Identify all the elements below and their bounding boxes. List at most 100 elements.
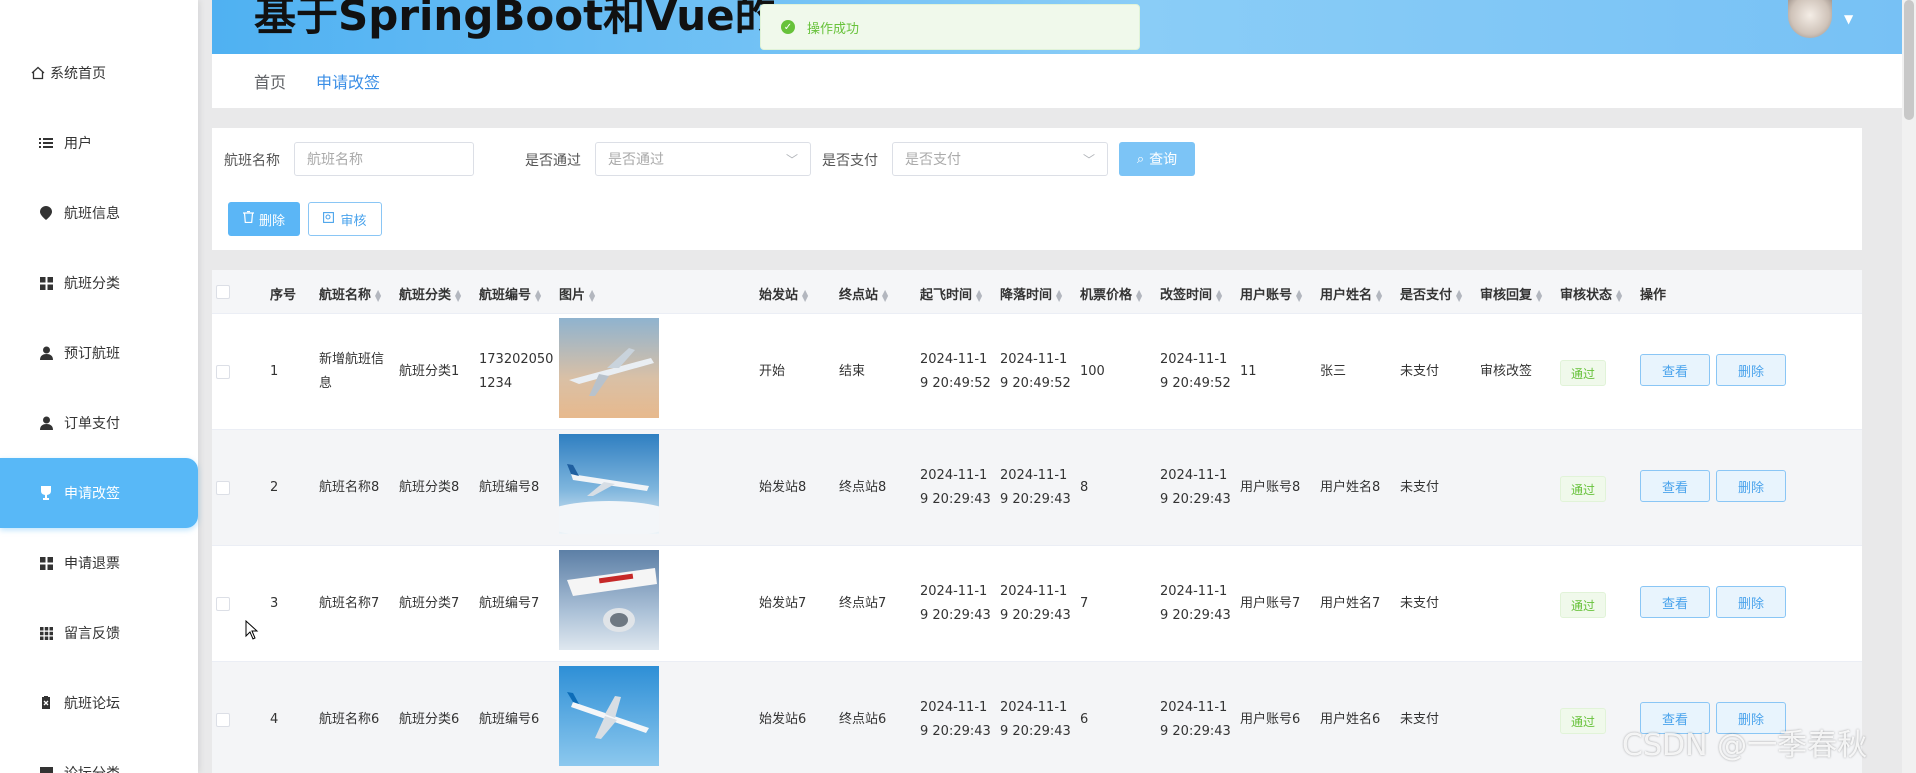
delete-button[interactable]: 删除: [1716, 470, 1786, 502]
cell-reply: 审核改签: [1480, 364, 1533, 379]
col-depart[interactable]: 起飞时间 ▲ ▼: [920, 284, 982, 303]
table-row: 2 航班名称8 航班分类8 航班编号8 始发站8 终点站8 2024-11-19…: [212, 430, 1862, 546]
col-no[interactable]: 序号: [270, 284, 296, 303]
cell-flight-name: 航班名称8: [319, 480, 380, 495]
flight-image: [559, 550, 659, 650]
cell-to: 结束: [839, 364, 866, 379]
sidebar-item-forum-category[interactable]: 论坛分类: [0, 738, 198, 773]
col-status[interactable]: 审核状态 ▲ ▼: [1560, 284, 1622, 303]
status-badge: 通过: [1560, 476, 1606, 502]
row-checkbox[interactable]: [216, 481, 230, 495]
cell-to: 终点站8: [839, 480, 887, 495]
sidebar-item-apply-change[interactable]: 申请改签: [0, 458, 198, 528]
col-to[interactable]: 终点站 ▲ ▼: [839, 284, 888, 303]
cell-account: 用户账号7: [1240, 596, 1301, 611]
audit-icon: [323, 211, 335, 227]
batch-delete-button[interactable]: 删除: [228, 202, 300, 236]
col-flight-name[interactable]: 航班名称 ▲ ▼: [319, 284, 381, 303]
col-account[interactable]: 用户账号 ▲ ▼: [1240, 284, 1302, 303]
chevron-down-icon: ﹀: [785, 153, 798, 167]
cell-to: 终点站6: [839, 712, 887, 727]
query-button[interactable]: ⌕ 查询: [1119, 142, 1195, 176]
caret-down-icon[interactable]: ▼: [1844, 12, 1853, 26]
cell-depart: 2024-11-19 20:29:43: [920, 584, 991, 623]
cell-price: 6: [1080, 712, 1089, 727]
sidebar-item-book-flight[interactable]: 预订航班: [0, 318, 198, 388]
sidebar-item-label: 申请改签: [64, 486, 120, 502]
col-code[interactable]: 航班编号 ▲ ▼: [479, 284, 541, 303]
sidebar-item-users[interactable]: 用户: [0, 108, 198, 178]
col-reply[interactable]: 审核回复 ▲ ▼: [1480, 284, 1542, 303]
batch-delete-label: 删除: [258, 213, 285, 229]
approved-select[interactable]: 是否通过 ﹀: [595, 142, 811, 176]
list-icon: [38, 135, 54, 151]
breadcrumb-home[interactable]: 首页: [254, 69, 286, 93]
col-paid[interactable]: 是否支付 ▲ ▼: [1400, 284, 1462, 303]
row-checkbox[interactable]: [216, 713, 230, 727]
sidebar-item-apply-refund[interactable]: 申请退票: [0, 528, 198, 598]
sort-icon: ▲ ▼: [455, 287, 462, 303]
delete-button[interactable]: 删除: [1716, 586, 1786, 618]
col-from[interactable]: 始发站 ▲ ▼: [759, 284, 808, 303]
cell-category: 航班分类1: [399, 364, 460, 379]
person-icon: [38, 345, 54, 361]
select-all-checkbox[interactable]: [216, 285, 230, 299]
cell-user-name: 用户姓名6: [1320, 712, 1381, 727]
cell-user-name: 张三: [1320, 364, 1347, 379]
cell-change-time: 2024-11-19 20:29:43: [1160, 700, 1231, 739]
check-circle-icon: ✓: [781, 20, 795, 34]
sort-icon: ▲ ▼: [535, 287, 542, 303]
cell-user-name: 用户姓名8: [1320, 480, 1381, 495]
apps-icon: [38, 625, 54, 641]
col-user-name[interactable]: 用户姓名 ▲ ▼: [1320, 284, 1382, 303]
cell-change-time: 2024-11-19 20:29:43: [1160, 584, 1231, 623]
avatar[interactable]: [1788, 0, 1832, 38]
col-price[interactable]: 机票价格 ▲ ▼: [1080, 284, 1142, 303]
delete-button[interactable]: 删除: [1716, 354, 1786, 386]
sidebar-item-flight-category[interactable]: 航班分类: [0, 248, 198, 318]
location-pin-icon: [38, 205, 54, 221]
view-button[interactable]: 查看: [1640, 470, 1710, 502]
sidebar-item-home[interactable]: 系统首页: [0, 38, 198, 108]
cell-land: 2024-11-19 20:29:43: [1000, 700, 1071, 739]
approved-placeholder: 是否通过: [608, 152, 664, 168]
grid-icon: [38, 765, 54, 773]
breadcrumb-current: 申请改签: [316, 73, 381, 92]
table-row: 3 航班名称7 航班分类7 航班编号7 始发站7 终点站7 2024-11-19…: [212, 546, 1862, 662]
sidebar-item-flight-info[interactable]: 航班信息: [0, 178, 198, 248]
col-category[interactable]: 航班分类 ▲ ▼: [399, 284, 461, 303]
cell-no: 4: [270, 712, 279, 727]
audit-button[interactable]: 审核: [308, 202, 382, 236]
cell-land: 2024-11-19 20:29:43: [1000, 468, 1071, 507]
paid-select[interactable]: 是否支付 ﹀: [892, 142, 1108, 176]
cell-depart: 2024-11-19 20:49:52: [920, 352, 991, 391]
sort-icon: ▲ ▼: [1536, 287, 1543, 303]
row-checkbox[interactable]: [216, 365, 230, 379]
view-button[interactable]: 查看: [1640, 354, 1710, 386]
sidebar-item-label: 预订航班: [64, 346, 120, 362]
sidebar-item-forum[interactable]: 航班论坛: [0, 668, 198, 738]
scrollbar-thumb[interactable]: [1904, 0, 1914, 120]
sidebar-item-label: 航班信息: [64, 206, 120, 222]
col-image[interactable]: 图片 ▲ ▼: [559, 284, 595, 303]
sidebar-item-order-payment[interactable]: 订单支付: [0, 388, 198, 458]
view-button[interactable]: 查看: [1640, 586, 1710, 618]
sort-icon: ▲ ▼: [1376, 287, 1383, 303]
document-icon: [38, 695, 54, 711]
sidebar-item-label: 用户: [64, 136, 92, 152]
col-land[interactable]: 降落时间 ▲ ▼: [1000, 284, 1062, 303]
cell-no: 1: [270, 364, 279, 379]
status-badge: 通过: [1560, 708, 1606, 734]
flight-name-label: 航班名称: [224, 153, 280, 169]
sidebar-item-label: 订单支付: [64, 416, 120, 432]
sidebar-item-feedback[interactable]: 留言反馈: [0, 598, 198, 668]
flight-name-input[interactable]: 航班名称: [294, 142, 474, 176]
cell-land: 2024-11-19 20:29:43: [1000, 584, 1071, 623]
col-change-time[interactable]: 改签时间 ▲ ▼: [1160, 284, 1222, 303]
col-actions: 操作: [1640, 288, 1667, 303]
cell-user-name: 用户姓名7: [1320, 596, 1381, 611]
cell-code: 航班编号6: [479, 712, 540, 727]
cell-paid: 未支付: [1400, 712, 1440, 727]
page-title: 基于SpringBoot和Vue的机票预订系统的设计与实现: [254, 0, 774, 40]
row-checkbox[interactable]: [216, 597, 230, 611]
